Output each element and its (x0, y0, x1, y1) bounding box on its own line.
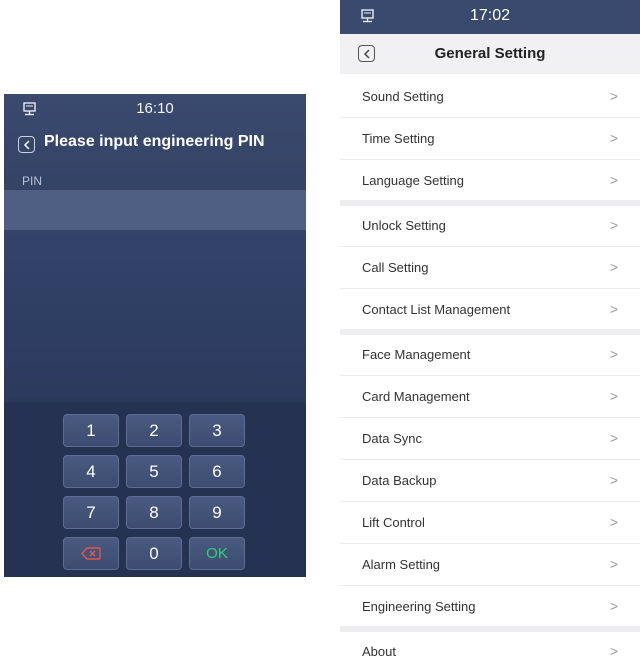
content-area (4, 230, 306, 398)
menu-item-label: Time Setting (362, 131, 435, 146)
header: General Setting (340, 34, 640, 74)
chevron-right-icon: > (609, 472, 618, 488)
chevron-right-icon: > (609, 88, 618, 104)
chevron-right-icon: > (609, 643, 618, 659)
menu-item-label: Call Setting (362, 260, 429, 275)
chevron-right-icon: > (609, 259, 618, 275)
menu-item-unlock-setting[interactable]: Unlock Setting > (340, 205, 640, 247)
menu-item-label: Card Management (362, 389, 470, 404)
menu-item-label: Contact List Management (362, 302, 511, 317)
menu-item-label: Data Backup (362, 473, 437, 488)
chevron-right-icon: > (609, 301, 618, 317)
chevron-right-icon: > (609, 598, 618, 614)
menu-item-sound-setting[interactable]: Sound Setting > (340, 76, 640, 118)
chevron-right-icon: > (609, 172, 618, 188)
chevron-right-icon: > (609, 388, 618, 404)
menu-item-label: About (362, 644, 396, 659)
menu-item-language-setting[interactable]: Language Setting > (340, 160, 640, 202)
key-2[interactable]: 2 (126, 414, 182, 447)
chevron-left-icon (23, 139, 30, 150)
key-4[interactable]: 4 (63, 455, 119, 488)
chevron-right-icon: > (609, 217, 618, 233)
menu-item-lift-control[interactable]: Lift Control > (340, 502, 640, 544)
menu-item-alarm-setting[interactable]: Alarm Setting > (340, 544, 640, 586)
menu-item-data-backup[interactable]: Data Backup > (340, 460, 640, 502)
chevron-right-icon: > (609, 130, 618, 146)
status-bar: 17:02 (340, 0, 640, 34)
menu-item-label: Engineering Setting (362, 599, 476, 614)
page-title: Please input engineering PIN (44, 133, 265, 150)
menu-item-label: Alarm Setting (362, 557, 441, 572)
menu-item-label: Lift Control (362, 515, 425, 530)
menu-item-data-sync[interactable]: Data Sync > (340, 418, 640, 460)
key-8[interactable]: 8 (126, 496, 182, 529)
backspace-icon (81, 547, 101, 560)
menu-item-time-setting[interactable]: Time Setting > (340, 118, 640, 160)
chevron-right-icon: > (609, 556, 618, 572)
menu-item-about[interactable]: About > (340, 631, 640, 659)
general-setting-screen: 17:02 General Setting Sound Setting > Tim… (340, 0, 640, 659)
key-9[interactable]: 9 (189, 496, 245, 529)
menu-item-face-management[interactable]: Face Management > (340, 334, 640, 376)
menu-item-card-management[interactable]: Card Management > (340, 376, 640, 418)
delete-key[interactable] (63, 537, 119, 570)
header: Please input engineering PIN (18, 132, 306, 156)
menu-item-contact-list-management[interactable]: Contact List Management > (340, 289, 640, 331)
menu-item-label: Data Sync (362, 431, 422, 446)
chevron-right-icon: > (609, 514, 618, 530)
chevron-right-icon: > (609, 346, 618, 362)
key-5[interactable]: 5 (126, 455, 182, 488)
key-7[interactable]: 7 (63, 496, 119, 529)
pin-input[interactable] (4, 190, 306, 230)
pin-entry-screen: 16:10 Please input engineering PIN PIN 1… (4, 94, 306, 577)
clock: 17:02 (469, 7, 511, 24)
ok-button[interactable]: OK (189, 537, 245, 570)
key-1[interactable]: 1 (63, 414, 119, 447)
menu-item-call-setting[interactable]: Call Setting > (340, 247, 640, 289)
menu-item-label: Unlock Setting (362, 218, 446, 233)
menu-item-label: Language Setting (362, 173, 464, 188)
pin-label: PIN (22, 174, 43, 188)
status-bar: 16:10 (4, 94, 306, 126)
key-0[interactable]: 0 (126, 537, 182, 570)
back-button[interactable] (18, 136, 35, 153)
chevron-right-icon: > (609, 430, 618, 446)
keypad-area: 1 2 3 4 5 6 7 8 9 0 OK (4, 402, 306, 577)
key-3[interactable]: 3 (189, 414, 245, 447)
key-6[interactable]: 6 (189, 455, 245, 488)
menu-item-label: Sound Setting (362, 89, 444, 104)
menu-item-engineering-setting[interactable]: Engineering Setting > (340, 586, 640, 628)
page-title: General Setting (434, 45, 546, 62)
menu-item-label: Face Management (362, 347, 471, 362)
clock: 16:10 (136, 100, 174, 117)
